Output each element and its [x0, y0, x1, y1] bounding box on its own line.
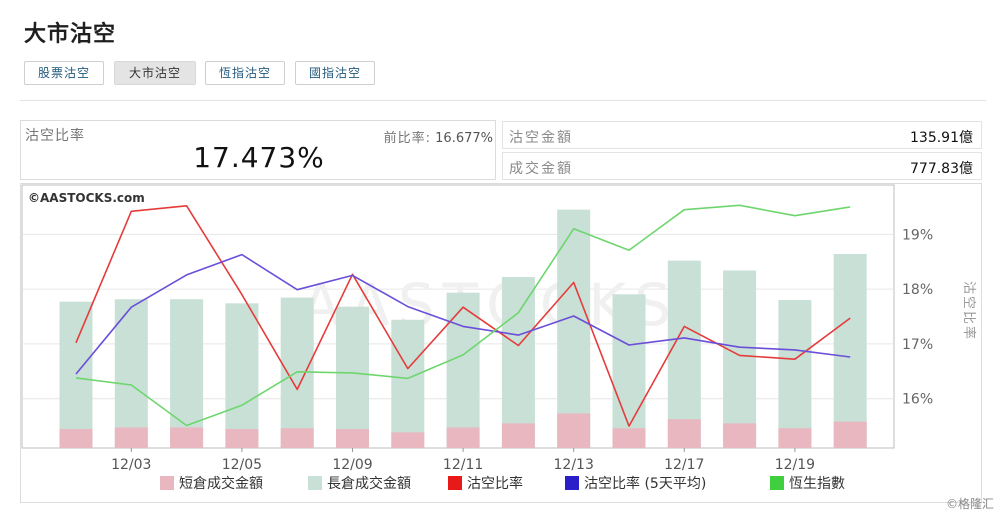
x-tick-label: 12/11	[443, 457, 483, 473]
short-turnover-bar	[446, 427, 480, 448]
short-turnover-bar	[612, 428, 646, 448]
short-turnover-bar	[336, 429, 369, 448]
short-turnover-bar	[59, 429, 93, 448]
tab-hscei-short[interactable]: 國指沽空	[295, 61, 375, 85]
long-turnover-bar	[501, 277, 535, 448]
turnover-value: 777.83億	[910, 161, 973, 177]
long-turnover-bar	[391, 319, 425, 448]
legend-swatch	[448, 476, 462, 490]
short-amount-row: 沽空金額 135.91億	[502, 121, 982, 149]
chart-svg: AASTOCKS12/03 12/05 12/09 12/11 12/13 12/17 12…	[20, 183, 982, 503]
long-turnover-bar	[833, 254, 867, 448]
y-tick-label: 16%	[902, 392, 933, 408]
x-tick-label: 12/05	[222, 457, 262, 473]
short-turnover-bar	[557, 413, 591, 448]
legend-label: 長倉成交金額	[327, 475, 411, 492]
long-turnover-bar	[225, 303, 259, 448]
long-turnover-bar	[336, 306, 369, 448]
tab-hsi-short[interactable]: 恆指沽空	[205, 61, 285, 85]
tab-stock-short[interactable]: 股票沽空	[24, 61, 104, 85]
short-ratio-panel: 沽空比率 前比率: 16.677% 17.473%	[20, 120, 496, 180]
y-tick-label: 19%	[902, 227, 933, 243]
x-tick-label: 12/19	[775, 457, 815, 473]
turnover-row: 成交金額 777.83億	[502, 152, 982, 180]
short-ratio-value: 17.473%	[193, 141, 325, 174]
turnover-label: 成交金額	[509, 161, 573, 177]
y-axis-title: 沽空比率	[961, 281, 977, 341]
x-tick-label: 12/09	[332, 457, 372, 473]
x-tick-label: 12/03	[111, 457, 151, 473]
short-turnover-bar	[723, 423, 757, 448]
chart-copyright: ©AASTOCKS.com	[28, 191, 145, 205]
short-turnover-bar	[114, 427, 148, 448]
y-tick-label: 18%	[902, 282, 933, 298]
y-tick-label: 17%	[902, 337, 933, 353]
short-turnover-bar	[778, 428, 812, 448]
page-title: 大市沽空	[24, 22, 117, 47]
short-turnover-bar	[391, 432, 425, 448]
long-turnover-bar	[778, 300, 812, 448]
short-turnover-bar	[280, 428, 314, 448]
short-selling-chart: AASTOCKS 12/03 12/05 12/09 12/11 12/13 12/17 12…	[20, 183, 982, 503]
short-turnover-bar	[667, 419, 701, 448]
legend-swatch	[308, 476, 322, 490]
legend-swatch	[770, 476, 784, 490]
short-amount-label: 沽空金額	[509, 130, 573, 146]
short-amount-value: 135.91億	[910, 130, 973, 146]
x-tick-label: 12/13	[554, 457, 594, 473]
legend-label: 恆生指數	[789, 476, 845, 492]
watermark: ©格隆汇	[945, 497, 994, 511]
legend-swatch	[160, 476, 174, 490]
long-turnover-bar	[723, 270, 757, 448]
legend-label: 沽空比率 (5天平均)	[584, 475, 706, 492]
header-divider	[20, 100, 986, 101]
tab-market-short[interactable]: 大市沽空	[114, 61, 196, 85]
short-turnover-bar	[501, 423, 535, 448]
long-turnover-bar	[59, 301, 93, 448]
x-tick-label: 12/17	[664, 457, 704, 473]
legend-label: 沽空比率	[467, 475, 523, 492]
short-turnover-bar	[833, 421, 867, 448]
short-turnover-bar	[225, 429, 259, 448]
legend-label: 短倉成交金額	[179, 475, 263, 492]
short-turnover-bar	[170, 427, 204, 448]
legend-swatch	[565, 476, 579, 490]
